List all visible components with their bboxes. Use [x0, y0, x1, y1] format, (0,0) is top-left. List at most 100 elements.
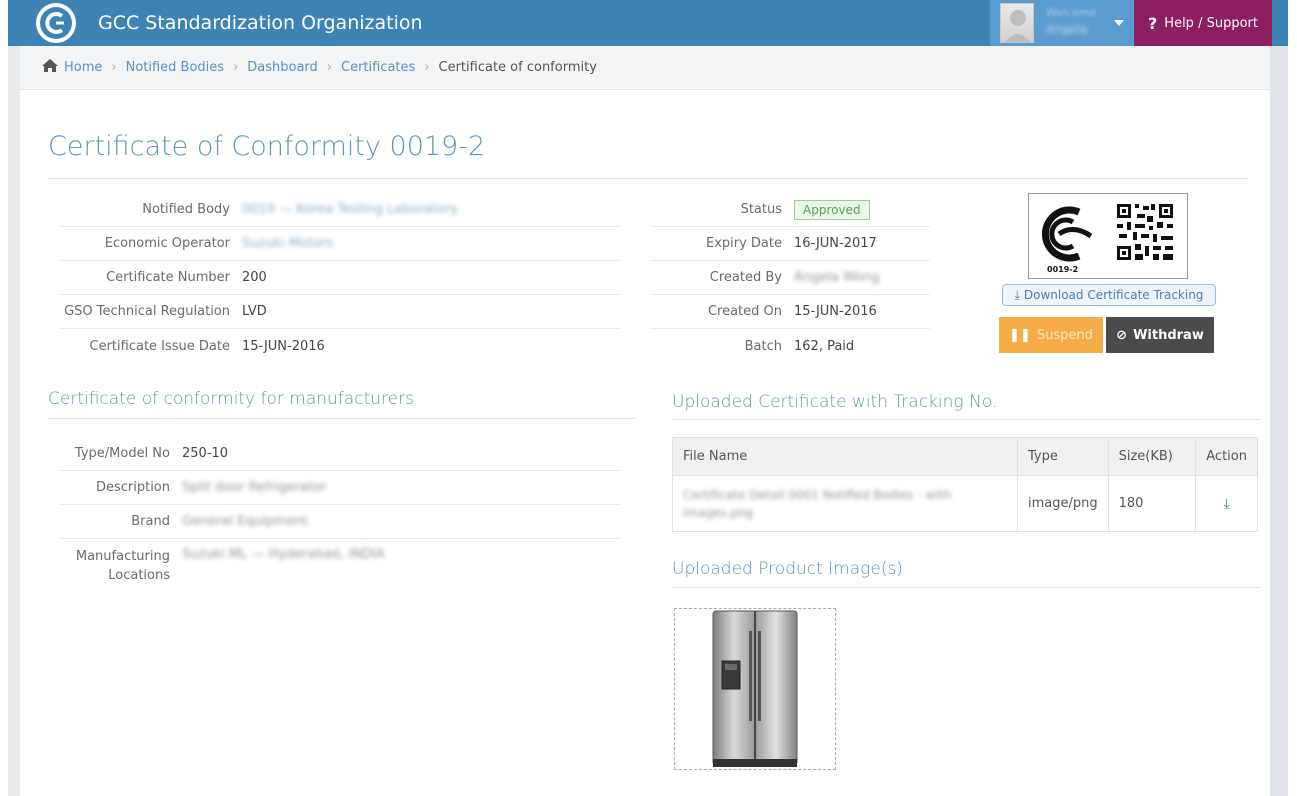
detail-row-brand: Brand General Equipment — [60, 505, 620, 539]
detail-label: Manufacturing Locations — [75, 549, 170, 583]
chevron-down-icon[interactable] — [1114, 20, 1124, 26]
top-navbar: GCC Standardization Organization Welcome… — [8, 0, 1288, 46]
pause-icon: ❚❚ — [1009, 327, 1031, 343]
detail-row-manufacturing-locations: Manufacturing Locations Suzuki ML — Hyde… — [60, 539, 620, 591]
username-label: Angela — [1046, 22, 1088, 36]
refrigerator-image — [712, 610, 798, 767]
download-certificate-tracking-label: Download Certificate Tracking — [1023, 288, 1204, 302]
detail-row-model-no: Type/Model No 250-10 — [60, 437, 620, 471]
product-images-section-title: Uploaded Product Image(s) — [672, 559, 903, 579]
breadcrumb-separator: › — [233, 60, 239, 75]
qr-code-icon — [1117, 204, 1173, 260]
breadcrumb-home[interactable]: Home — [64, 60, 102, 75]
certificate-qr-image: 0019-2 — [1028, 193, 1188, 279]
breadcrumb-notified-bodies[interactable]: Notified Bodies — [126, 60, 224, 75]
detail-row-economic-operator: Economic Operator Suzuki Motors — [60, 227, 620, 261]
column-header-type: Type — [1017, 437, 1109, 476]
download-icon: ⤓ — [1014, 287, 1020, 302]
detail-row-batch: Batch 162, Paid — [650, 329, 930, 363]
detail-label: Expiry Date — [705, 236, 782, 251]
gso-logo-icon[interactable] — [36, 3, 76, 43]
uploaded-certificate-table: File Name Type Size(KB) Action Certifica… — [672, 437, 1258, 532]
suspend-label: Suspend — [1036, 327, 1093, 343]
main-content: Home › Notified Bodies › Dashboard › Cer… — [20, 46, 1270, 796]
detail-value: LVD — [242, 304, 267, 319]
detail-label: Created On — [707, 304, 782, 319]
breadcrumb-dashboard[interactable]: Dashboard — [247, 60, 318, 75]
breadcrumb-certificates[interactable]: Certificates — [341, 60, 415, 75]
detail-value: 250-10 — [182, 446, 229, 461]
detail-label: Status — [740, 202, 782, 217]
detail-row-certificate-number: Certificate Number 200 — [60, 261, 620, 295]
breadcrumb: Home › Notified Bodies › Dashboard › Cer… — [20, 46, 1270, 90]
detail-value: 162, Paid — [794, 338, 855, 354]
download-icon[interactable]: ⤓ — [1224, 496, 1230, 512]
detail-label: Notified Body — [142, 202, 230, 217]
detail-row-issue-date: Certificate Issue Date 15-JUN-2016 — [60, 329, 620, 363]
file-name-cell[interactable]: Certificate Detail 0001 Notified Bodies … — [683, 486, 1007, 522]
detail-value[interactable]: Suzuki Motors — [242, 236, 333, 251]
breadcrumb-separator: › — [111, 60, 117, 75]
detail-label: Description — [95, 480, 170, 495]
title-divider — [48, 178, 1248, 179]
file-size-cell: 180 — [1108, 475, 1197, 532]
section-divider — [672, 587, 1260, 588]
table-row: Certificate Detail 0001 Notified Bodies … — [672, 475, 1258, 532]
help-support-label: Help / Support — [1164, 15, 1258, 31]
detail-row-expiry-date: Expiry Date 16-JUN-2017 — [650, 227, 930, 261]
suspend-button[interactable]: ❚❚ Suspend — [999, 317, 1103, 353]
detail-row-created-by: Created By Angela Wong — [650, 261, 930, 295]
user-menu[interactable]: Welcome Angela — [990, 0, 1134, 46]
column-header-file-name: File Name — [672, 437, 1018, 476]
certificate-details-left: Notified Body 0019 — Korea Testing Labor… — [60, 193, 620, 363]
detail-label: Batch — [744, 338, 782, 354]
detail-label: Type/Model No — [74, 446, 170, 461]
page-scroll-gutter — [1270, 46, 1288, 796]
detail-value: 16-JUN-2017 — [794, 236, 877, 251]
breadcrumb-separator: › — [326, 60, 332, 75]
detail-label: Certificate Number — [106, 270, 230, 285]
detail-row-created-on: Created On 15-JUN-2016 — [650, 295, 930, 329]
status-badge: Approved — [794, 199, 870, 220]
detail-label: Certificate Issue Date — [89, 338, 230, 354]
ban-icon: ⊘ — [1116, 327, 1128, 343]
detail-row-notified-body: Notified Body 0019 — Korea Testing Labor… — [60, 193, 620, 227]
manufacturers-section-title: Certificate of conformity for manufactur… — [48, 389, 414, 409]
detail-label: GSO Technical Regulation — [64, 304, 230, 319]
detail-value: Suzuki ML — Hyderabad, INDIA — [182, 547, 385, 562]
section-divider — [672, 419, 1260, 420]
home-icon — [42, 59, 58, 76]
detail-value[interactable]: 0019 — Korea Testing Laboratory — [242, 202, 458, 217]
detail-value: Angela Wong — [794, 270, 880, 285]
detail-value: 15-JUN-2016 — [794, 304, 877, 319]
app-frame: GCC Standardization Organization Welcome… — [8, 0, 1288, 796]
detail-value: 200 — [242, 270, 267, 285]
welcome-label: Welcome — [1046, 6, 1097, 19]
detail-row-technical-regulation: GSO Technical Regulation LVD — [60, 295, 620, 329]
uploaded-certificate-section-title: Uploaded Certificate with Tracking No. — [672, 392, 998, 412]
manufacturer-details: Type/Model No 250-10 Description Split d… — [60, 437, 620, 591]
question-icon: ? — [1148, 13, 1158, 33]
avatar — [1000, 3, 1034, 43]
column-header-action: Action — [1195, 437, 1258, 476]
detail-row-status: Status Approved — [650, 193, 930, 227]
download-certificate-tracking-button[interactable]: ⤓ Download Certificate Tracking — [1002, 284, 1216, 306]
certificate-details-right: Status Approved Expiry Date 16-JUN-2017 … — [650, 193, 930, 363]
detail-label: Economic Operator — [104, 236, 230, 251]
page-title: Certificate of Conformity 0019-2 — [48, 131, 486, 162]
column-header-size: Size(KB) — [1108, 437, 1197, 476]
table-header-row: File Name Type Size(KB) Action — [672, 437, 1258, 476]
breadcrumb-separator: › — [424, 60, 430, 75]
product-image-thumbnail[interactable] — [674, 608, 836, 770]
help-support-button[interactable]: ? Help / Support — [1134, 0, 1272, 46]
detail-label: Brand — [131, 514, 170, 529]
withdraw-button[interactable]: ⊘ Withdraw — [1106, 317, 1214, 353]
detail-value: Split door Refrigerator — [182, 480, 327, 495]
detail-row-description: Description Split door Refrigerator — [60, 471, 620, 505]
detail-value: 15-JUN-2016 — [242, 338, 325, 354]
detail-label: Created By — [709, 270, 782, 285]
certificate-number-label: 0019-2 — [1047, 265, 1079, 274]
withdraw-label: Withdraw — [1133, 327, 1204, 343]
file-type-cell: image/png — [1017, 475, 1109, 532]
org-title[interactable]: GCC Standardization Organization — [98, 0, 423, 46]
